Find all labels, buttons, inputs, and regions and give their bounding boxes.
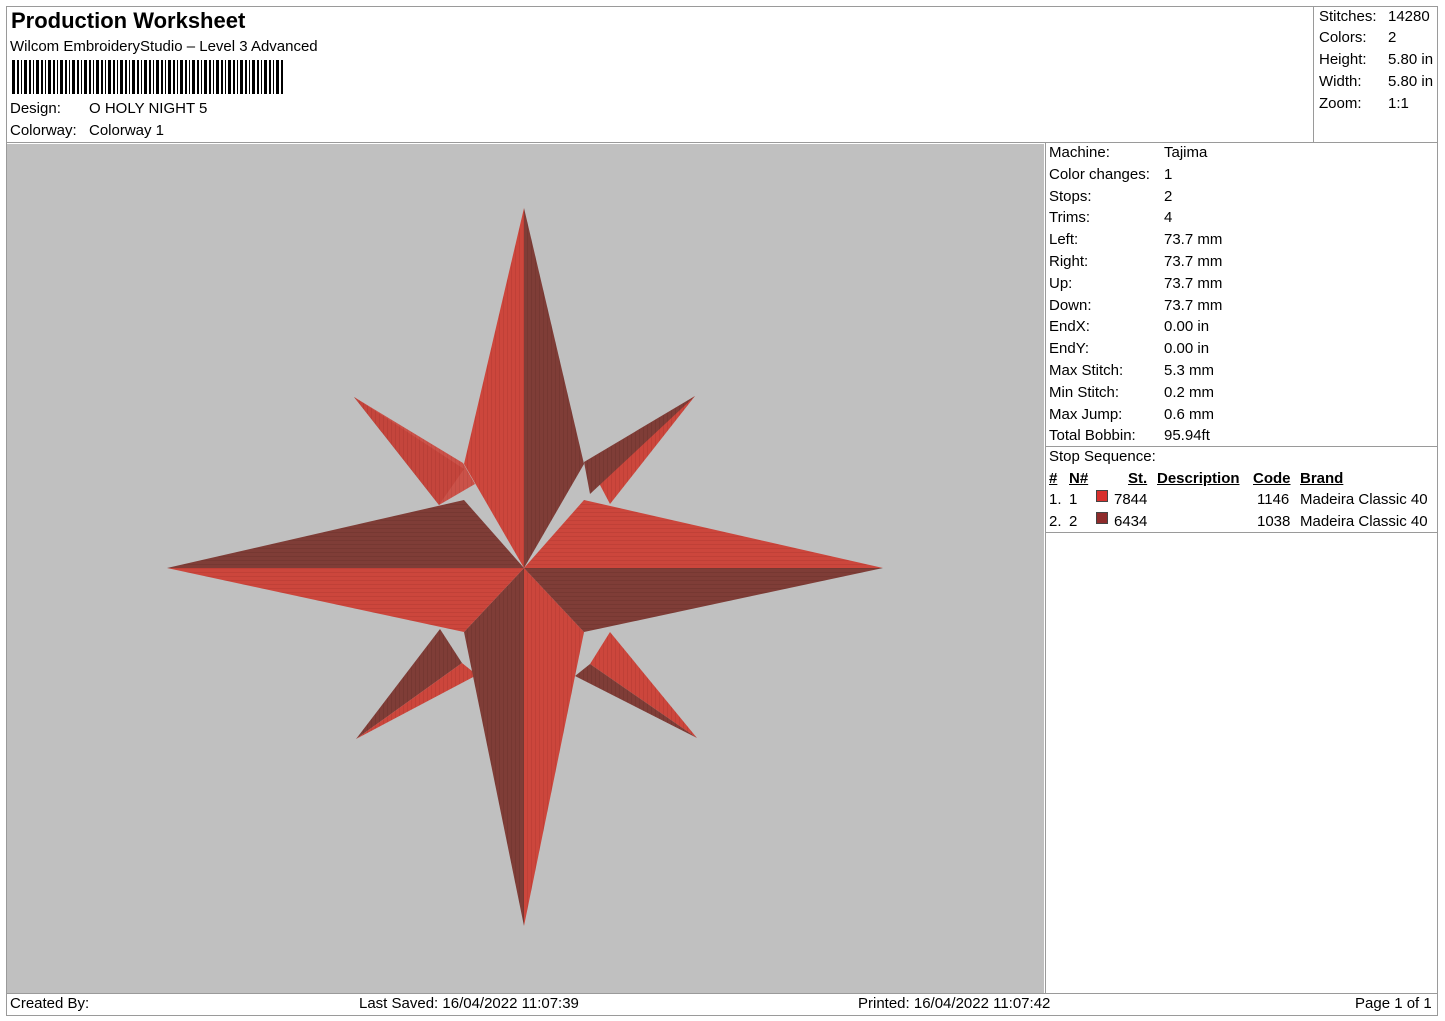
detail-label: Max Stitch: bbox=[1049, 362, 1124, 379]
col-num-header: # bbox=[1049, 470, 1058, 487]
stitches-value: 14280 bbox=[1388, 8, 1430, 25]
height-value: 5.80 in bbox=[1388, 51, 1434, 68]
color-swatch bbox=[1096, 490, 1108, 502]
star-design bbox=[167, 208, 883, 926]
stop-row-brand: Madeira Classic 40 bbox=[1300, 513, 1428, 530]
stop-row-stitches: 6434 bbox=[1114, 513, 1148, 530]
zoom-value: 1:1 bbox=[1388, 95, 1409, 112]
detail-label: Color changes: bbox=[1049, 165, 1150, 183]
colorway-label: Colorway: bbox=[10, 122, 77, 139]
footer-divider bbox=[6, 993, 1438, 994]
star-point-upper-left-b bbox=[354, 397, 475, 505]
detail-value: 0.00 in bbox=[1164, 340, 1210, 358]
detail-label: EndY: bbox=[1049, 340, 1090, 358]
detail-value: 73.7 mm bbox=[1164, 296, 1223, 314]
design-value: O HOLY NIGHT 5 bbox=[89, 100, 208, 117]
col-code-header: Code bbox=[1253, 470, 1291, 487]
detail-value: 2 bbox=[1164, 187, 1173, 205]
last-saved: Last Saved: 16/04/2022 11:07:39 bbox=[359, 995, 579, 1012]
zoom-label: Zoom: bbox=[1319, 95, 1362, 112]
colors-value: 2 bbox=[1388, 29, 1397, 46]
detail-value: 95.94ft bbox=[1164, 427, 1210, 445]
detail-label: EndX: bbox=[1049, 318, 1090, 336]
star-left-lower-facet bbox=[167, 568, 524, 632]
detail-label: Min Stitch: bbox=[1049, 383, 1120, 401]
stop-row-num: 1. bbox=[1049, 491, 1062, 508]
detail-label: Down: bbox=[1049, 296, 1092, 314]
page-number: Page 1 of 1 bbox=[1355, 995, 1432, 1012]
detail-label: Total Bobbin: bbox=[1049, 427, 1136, 445]
details-divider bbox=[1045, 446, 1438, 447]
header-divider bbox=[6, 142, 1438, 143]
col-brand-header: Brand bbox=[1300, 470, 1344, 487]
detail-value: 73.7 mm bbox=[1164, 274, 1223, 292]
detail-label: Machine: bbox=[1049, 144, 1110, 161]
detail-value: 0.00 in bbox=[1164, 318, 1210, 336]
panel-divider bbox=[1045, 142, 1046, 994]
width-label: Width: bbox=[1319, 73, 1362, 90]
detail-label: Max Jump: bbox=[1049, 405, 1123, 423]
stop-row-n: 1 bbox=[1069, 491, 1078, 508]
software-name: Wilcom EmbroideryStudio – Level 3 Advanc… bbox=[10, 38, 318, 55]
stop-row-stitches: 7844 bbox=[1114, 491, 1148, 508]
star-right-lower-facet bbox=[524, 568, 883, 632]
stop-row-n: 2 bbox=[1069, 513, 1078, 530]
col-n-header: N# bbox=[1069, 470, 1089, 487]
stop-row-code: 1146 bbox=[1257, 491, 1290, 508]
col-st-header: St. bbox=[1128, 470, 1148, 487]
detail-value: 73.7 mm bbox=[1164, 231, 1223, 249]
stop-sequence-divider bbox=[1045, 532, 1438, 533]
detail-label: Left: bbox=[1049, 231, 1079, 249]
star-right-upper-facet bbox=[524, 500, 883, 568]
detail-value: 0.2 mm bbox=[1164, 383, 1215, 401]
colorway-value: Colorway 1 bbox=[89, 122, 165, 139]
col-description-header: Description bbox=[1157, 470, 1240, 487]
star-main-points bbox=[167, 208, 883, 926]
printed-date: Printed: 16/04/2022 11:07:42 bbox=[858, 995, 1051, 1012]
star-left-upper-facet bbox=[167, 500, 524, 568]
detail-label: Stops: bbox=[1049, 187, 1092, 205]
design-preview bbox=[7, 144, 1044, 993]
detail-label: Right: bbox=[1049, 253, 1089, 270]
stitches-label: Stitches: bbox=[1319, 8, 1377, 25]
stop-row-code: 1038 bbox=[1257, 513, 1291, 530]
page-title: Production Worksheet bbox=[11, 8, 246, 33]
detail-value: 0.6 mm bbox=[1164, 405, 1215, 423]
height-label: Height: bbox=[1319, 51, 1367, 68]
colors-label: Colors: bbox=[1319, 29, 1367, 46]
stop-sequence-label: Stop Sequence: bbox=[1049, 448, 1156, 465]
created-by: Created By: bbox=[10, 995, 90, 1012]
detail-value: 4 bbox=[1164, 209, 1173, 227]
color-swatch bbox=[1096, 512, 1108, 524]
stop-row-num: 2. bbox=[1049, 513, 1062, 530]
detail-value: Tajima bbox=[1164, 144, 1208, 161]
star-point-upper-right-b bbox=[584, 396, 695, 494]
summary-divider bbox=[1313, 6, 1314, 143]
detail-value: 73.7 mm bbox=[1164, 253, 1223, 270]
detail-label: Up: bbox=[1049, 274, 1073, 292]
detail-value: 1 bbox=[1164, 165, 1173, 183]
detail-label: Trims: bbox=[1049, 209, 1091, 227]
detail-value: 5.3 mm bbox=[1164, 362, 1215, 379]
stop-row-brand: Madeira Classic 40 bbox=[1300, 491, 1428, 508]
width-value: 5.80 in bbox=[1388, 73, 1434, 90]
design-label: Design: bbox=[10, 100, 61, 117]
barcode bbox=[12, 60, 283, 94]
